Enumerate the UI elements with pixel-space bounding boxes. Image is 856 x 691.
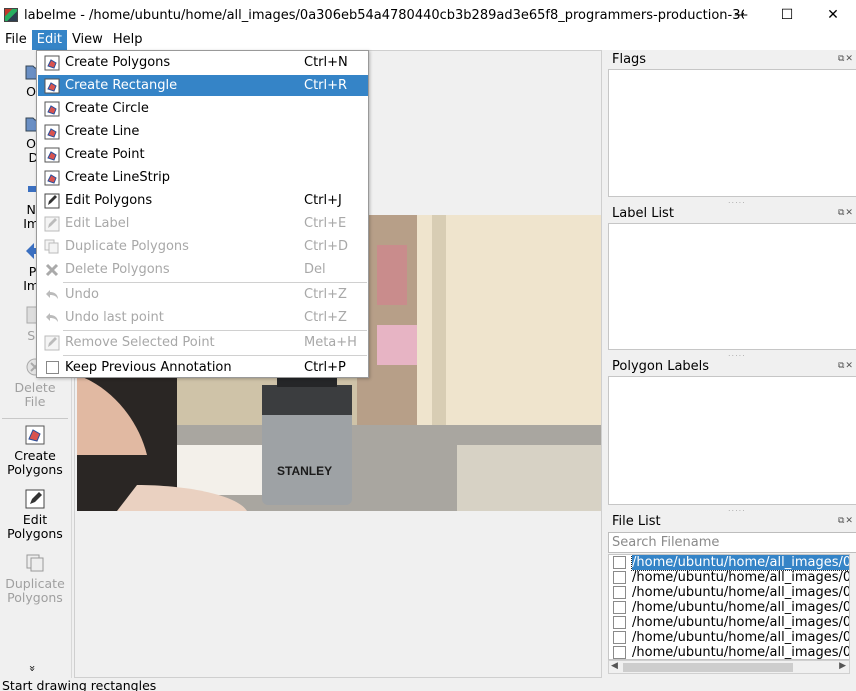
file-list-item[interactable]: /home/ubuntu/home/all_images/0a3: [609, 600, 849, 615]
file-list-dock-title: File List: [612, 514, 661, 529]
file-list-item[interactable]: /home/ubuntu/home/all_images/0a3: [609, 630, 849, 645]
menu-separator: [63, 330, 367, 331]
edit-icon: [44, 193, 60, 208]
file-checkbox[interactable]: [613, 601, 626, 614]
maximize-button[interactable]: ☐: [764, 0, 810, 30]
window-controls: — ☐ ✕: [718, 0, 856, 30]
menu-item-duplicate-polygons[interactable]: Duplicate Polygons Ctrl+D: [38, 236, 368, 257]
edit-label-icon: [44, 216, 60, 231]
scrollbar-thumb[interactable]: [623, 663, 793, 672]
edit-icon: [25, 489, 45, 509]
file-checkbox[interactable]: [613, 616, 626, 629]
point-draw-icon: [44, 147, 60, 162]
create-polygons-button[interactable]: Create Polygons: [0, 424, 70, 477]
file-list-item[interactable]: /home/ubuntu/home/all_images/0a3: [609, 615, 849, 630]
label-list-resize-grip[interactable]: .....: [728, 349, 746, 358]
linestrip-draw-icon: [44, 170, 60, 185]
menu-item-undo-last-point[interactable]: Undo last point Ctrl+Z: [38, 307, 368, 328]
file-checkbox[interactable]: [613, 646, 626, 659]
menu-item-create-point[interactable]: Create Point: [38, 144, 368, 165]
file-list-vertical-scrollbar[interactable]: [850, 554, 856, 660]
menu-item-delete-polygons[interactable]: Delete Polygons Del: [38, 259, 368, 280]
edit-icon: [44, 335, 60, 350]
copy-icon: [44, 239, 59, 253]
file-list-horizontal-scrollbar[interactable]: ◀ ▶: [608, 660, 850, 674]
svg-text:STANLEY: STANLEY: [277, 464, 332, 478]
undo-icon: [46, 312, 58, 322]
labelme-app-icon: [4, 8, 18, 22]
flags-panel[interactable]: [608, 69, 856, 197]
close-button[interactable]: ✕: [810, 0, 856, 30]
menu-separator: [63, 282, 367, 283]
title-bar: labelme - /home/ubuntu/home/all_images/0…: [0, 0, 856, 30]
edit-polygons-label: Edit Polygons: [7, 512, 63, 541]
label-list-dock-title: Label List: [612, 206, 674, 221]
copy-icon: [26, 554, 44, 572]
flags-resize-grip[interactable]: .....: [728, 196, 746, 205]
minimize-button[interactable]: —: [718, 0, 764, 30]
line-draw-icon: [44, 124, 60, 139]
file-list-item[interactable]: /home/ubuntu/home/all_images/0a3: [609, 585, 849, 600]
polygon-labels-panel[interactable]: [608, 376, 856, 505]
file-list-item[interactable]: /home/ubuntu/home/all_images/0a3: [609, 645, 849, 659]
file-checkbox[interactable]: [613, 586, 626, 599]
file-list-dock-buttons[interactable]: ⧉✕: [838, 516, 854, 526]
rectangle-draw-icon: [44, 78, 60, 93]
circle-draw-icon: [44, 101, 60, 116]
menu-item-create-linestrip[interactable]: Create LineStrip: [38, 167, 368, 188]
scroll-right-icon[interactable]: ▶: [839, 661, 846, 671]
file-list[interactable]: /home/ubuntu/home/all_images/0a3 /home/u…: [608, 554, 850, 660]
polygon-labels-resize-grip[interactable]: .....: [728, 504, 746, 513]
label-list-panel[interactable]: [608, 223, 856, 350]
menu-item-edit-label[interactable]: Edit Label Ctrl+E: [38, 213, 368, 234]
file-checkbox[interactable]: [613, 571, 626, 584]
menu-edit[interactable]: Edit: [31, 30, 67, 50]
file-checkbox[interactable]: [613, 631, 626, 644]
status-bar: Start drawing rectangles: [0, 678, 856, 691]
window-title: labelme - /home/ubuntu/home/all_images/0…: [24, 7, 744, 23]
menu-item-create-circle[interactable]: Create Circle: [38, 98, 368, 119]
file-checkbox[interactable]: [613, 556, 626, 569]
delete-icon: [45, 263, 59, 276]
menu-item-create-rectangle[interactable]: Create Rectangle Ctrl+R: [38, 75, 368, 96]
delete-file-label: Delete File: [14, 380, 56, 409]
menu-bar: File Edit View Help: [0, 30, 856, 50]
file-list-item[interactable]: /home/ubuntu/home/all_images/0a3: [609, 570, 849, 585]
toolbar-separator: [2, 418, 68, 419]
file-list-item[interactable]: /home/ubuntu/home/all_images/0a3: [609, 555, 849, 571]
create-polygons-label: Create Polygons: [7, 448, 63, 477]
menu-item-undo[interactable]: Undo Ctrl+Z: [38, 284, 368, 305]
menu-file[interactable]: File: [0, 30, 32, 50]
menu-item-keep-previous-annotation[interactable]: Keep Previous Annotation Ctrl+P: [38, 357, 368, 378]
polygon-draw-icon: [25, 425, 45, 445]
edit-polygons-button[interactable]: Edit Polygons: [0, 488, 70, 541]
menu-item-create-line[interactable]: Create Line: [38, 121, 368, 142]
polygon-draw-icon: [44, 55, 60, 70]
menu-item-remove-selected-point[interactable]: Remove Selected Point Meta+H: [38, 332, 368, 353]
polygon-labels-dock-title: Polygon Labels: [612, 359, 710, 374]
keep-previous-checkbox[interactable]: [46, 361, 59, 374]
menu-item-create-polygons[interactable]: Create Polygons Ctrl+N: [38, 52, 368, 73]
menu-help[interactable]: Help: [108, 30, 148, 50]
label-list-dock-buttons[interactable]: ⧉✕: [838, 208, 854, 218]
menu-separator: [63, 355, 367, 356]
undo-icon: [46, 289, 58, 299]
polygon-labels-dock-buttons[interactable]: ⧉✕: [838, 361, 854, 371]
duplicate-polygons-label: Duplicate Polygons: [5, 576, 65, 605]
menu-item-edit-polygons[interactable]: Edit Polygons Ctrl+J: [38, 190, 368, 211]
flags-dock-buttons[interactable]: ⧉✕: [838, 54, 854, 64]
flags-dock-title: Flags: [612, 52, 647, 67]
toolbar-more-icon[interactable]: »: [26, 665, 39, 672]
search-filename-input[interactable]: Search Filename: [608, 532, 856, 553]
duplicate-polygons-button[interactable]: Duplicate Polygons: [0, 552, 70, 605]
edit-menu-dropdown: Create Polygons Ctrl+N Create Rectangle Ct…: [36, 50, 369, 378]
menu-view[interactable]: View: [67, 30, 108, 50]
scroll-left-icon[interactable]: ◀: [611, 661, 618, 671]
